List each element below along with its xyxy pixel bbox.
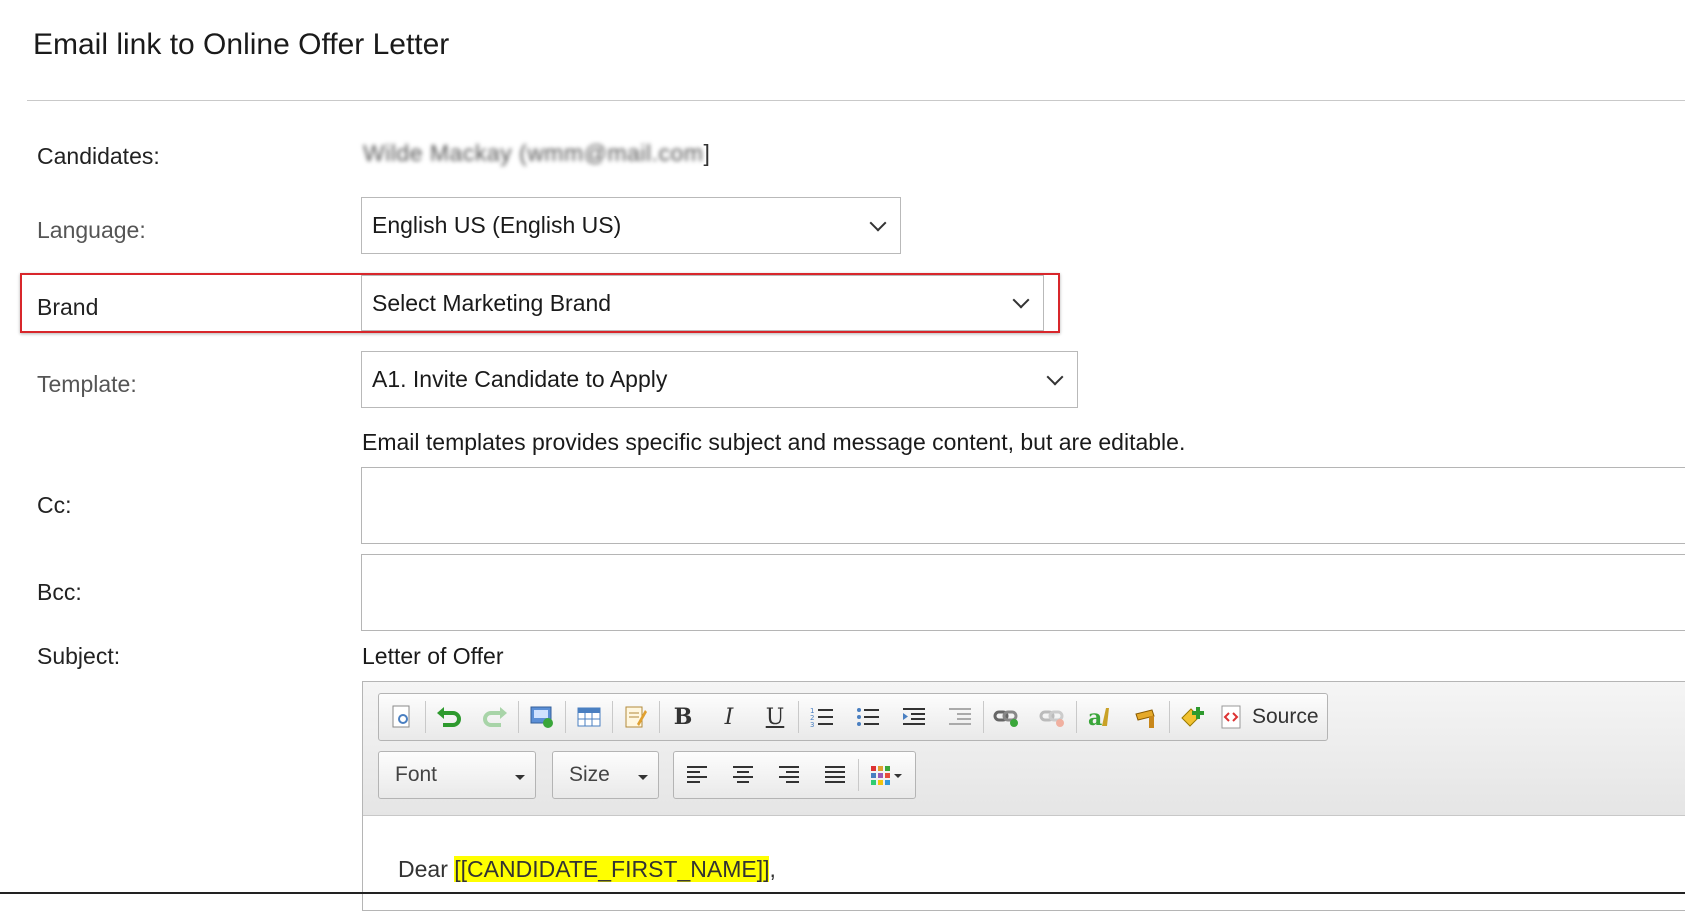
color-grid-icon[interactable] (859, 753, 915, 797)
caret-down-icon (638, 775, 648, 780)
source-label: Source (1252, 705, 1319, 728)
language-label: Language: (37, 217, 146, 243)
cc-label: Cc: (37, 492, 72, 518)
merge-field-candidate-first-name: [[CANDIDATE_FIRST_NAME]] (454, 856, 770, 882)
subject-label: Subject: (37, 643, 121, 669)
greeting-punct: , (769, 856, 776, 882)
underline-icon[interactable]: U (752, 695, 798, 739)
candidates-value: Wilde Mackay (wmm@mail.com] (363, 140, 710, 167)
link-icon[interactable] (984, 695, 1030, 739)
bcc-input[interactable] (361, 554, 1685, 631)
toolbar-row-1: B I U 123 a Source (378, 693, 1328, 741)
candidate-bracket: ] (703, 140, 710, 166)
justify-icon[interactable] (812, 753, 858, 797)
candidates-label: Candidates: (37, 143, 160, 169)
language-select[interactable]: English US (English US) (361, 197, 901, 254)
font-combo[interactable]: Font (378, 751, 536, 799)
redo-icon[interactable] (472, 695, 518, 739)
cc-input[interactable] (361, 467, 1685, 544)
unlink-icon[interactable] (1030, 695, 1076, 739)
outdent-icon[interactable] (937, 695, 983, 739)
font-combo-label: Font (395, 763, 438, 786)
subject-value[interactable]: Letter of Offer (362, 643, 503, 670)
indent-icon[interactable] (891, 695, 937, 739)
title-divider (27, 100, 1685, 101)
template-label: Template: (37, 371, 137, 397)
source-icon (1221, 705, 1241, 729)
chevron-down-icon (1046, 368, 1064, 385)
greeting-text: Dear (398, 856, 455, 882)
bcc-label: Bcc: (37, 579, 82, 605)
size-combo-label: Size (569, 763, 610, 786)
chevron-down-icon (869, 214, 887, 231)
template-select-value: A1. Invite Candidate to Apply (372, 366, 668, 392)
dialog-title: Email link to Online Offer Letter (33, 28, 450, 61)
svg-text:a: a (1088, 705, 1102, 730)
numbered-list-icon[interactable]: 123 (799, 695, 845, 739)
bulleted-list-icon[interactable] (845, 695, 891, 739)
add-field-icon[interactable] (1170, 695, 1216, 739)
template-hint: Email templates provides specific subjec… (362, 429, 1186, 455)
align-center-icon[interactable] (720, 753, 766, 797)
size-combo[interactable]: Size (552, 751, 659, 799)
brand-select-value: Select Marketing Brand (372, 289, 612, 316)
template-select[interactable]: A1. Invite Candidate to Apply (361, 351, 1078, 408)
preview-icon[interactable] (379, 695, 425, 739)
italic-icon[interactable]: I (706, 695, 752, 739)
candidate-email: Wilde Mackay (wmm@mail.com (363, 140, 704, 166)
source-button[interactable]: Source (1216, 704, 1327, 730)
toolbar-row-2-align (673, 751, 916, 799)
caret-down-icon (515, 775, 525, 780)
table-icon[interactable] (566, 695, 612, 739)
chevron-down-icon (1012, 291, 1030, 309)
svg-text:3: 3 (810, 721, 814, 729)
language-select-value: English US (English US) (372, 212, 622, 238)
align-left-icon[interactable] (674, 753, 720, 797)
insert-field-icon[interactable] (1123, 695, 1169, 739)
align-right-icon[interactable] (766, 753, 812, 797)
brand-label: Brand (37, 294, 99, 320)
brand-select[interactable]: Select Marketing Brand (361, 275, 1044, 331)
bold-icon[interactable]: B (660, 695, 706, 739)
editor-body-greeting[interactable]: Dear [[CANDIDATE_FIRST_NAME]], (398, 856, 776, 883)
template-icon[interactable] (613, 695, 659, 739)
spellcheck-icon[interactable]: a (1077, 695, 1123, 739)
image-icon[interactable] (519, 695, 565, 739)
undo-icon[interactable] (426, 695, 472, 739)
